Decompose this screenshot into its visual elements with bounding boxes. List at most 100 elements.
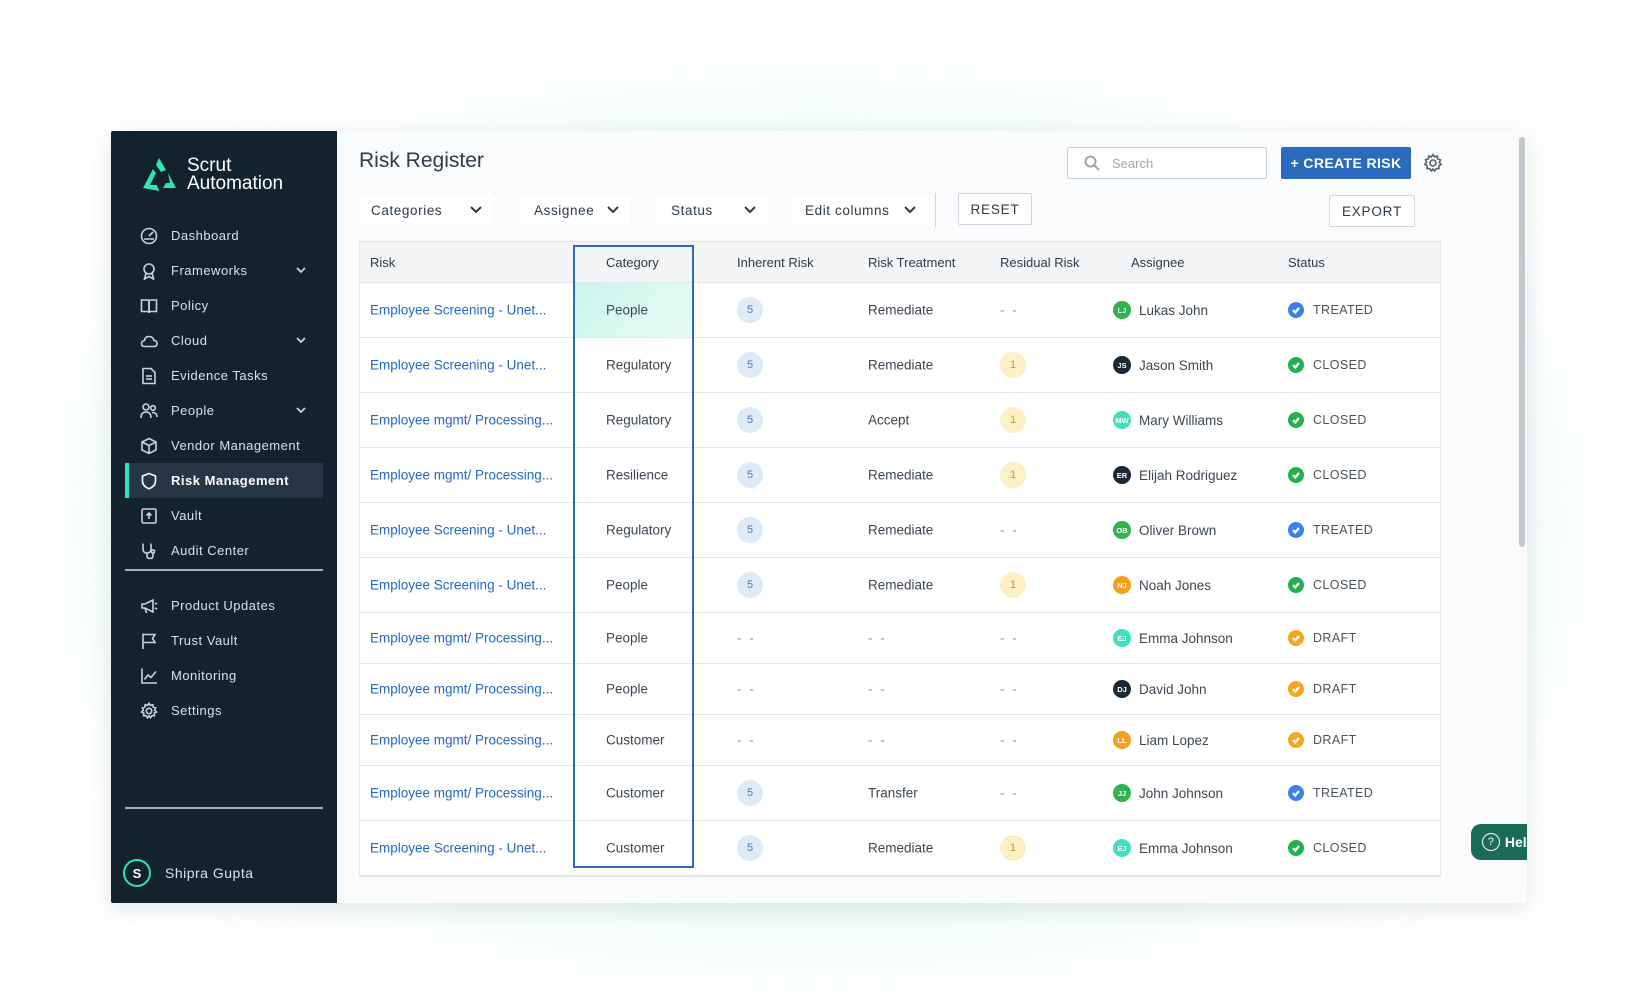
sidebar-item-label: Monitoring bbox=[171, 668, 237, 683]
categories-filter[interactable]: Categories bbox=[359, 195, 493, 225]
risk-treatment-cell: Remediate bbox=[868, 577, 934, 593]
status-check-icon bbox=[1288, 630, 1304, 646]
risk-link[interactable]: Employee Screening - Unet... bbox=[370, 523, 546, 538]
sidebar-item-policy[interactable]: Policy bbox=[125, 288, 323, 323]
risk-link[interactable]: Employee Screening - Unet... bbox=[370, 841, 546, 856]
export-button[interactable]: EXPORT bbox=[1329, 195, 1415, 227]
sidebar-item-evidence-tasks[interactable]: Evidence Tasks bbox=[125, 358, 323, 393]
status-check-icon bbox=[1288, 467, 1304, 483]
table-row[interactable]: Employee Screening - Unet... People 5 Remed… bbox=[360, 558, 1440, 613]
table-row[interactable]: Employee mgmt/ Processing... Customer - - -… bbox=[360, 715, 1440, 766]
assignee-name: Lukas John bbox=[1139, 302, 1209, 318]
table-row[interactable]: Employee Screening - Unet... People 5 Remed… bbox=[360, 283, 1440, 338]
assignee-cell[interactable]: DJ David John bbox=[1113, 680, 1207, 698]
category-cell: People bbox=[606, 577, 649, 593]
table-row[interactable]: Employee mgmt/ Processing... Regulatory 5 A… bbox=[360, 393, 1440, 448]
risk-link[interactable]: Employee mgmt/ Processing... bbox=[370, 786, 553, 801]
sidebar-item-settings[interactable]: Settings bbox=[125, 693, 323, 728]
sidebar-item-trust-vault[interactable]: Trust Vault bbox=[125, 623, 323, 658]
risk-link[interactable]: Employee Screening - Unet... bbox=[370, 358, 546, 373]
sidebar-item-dashboard[interactable]: Dashboard bbox=[125, 218, 323, 253]
avatar: NJ bbox=[1113, 576, 1131, 594]
assignee-name: Emma Johnson bbox=[1139, 630, 1233, 646]
risk-link[interactable]: Employee Screening - Unet... bbox=[370, 578, 546, 593]
status-label: TREATED bbox=[1313, 303, 1374, 317]
assignee-cell[interactable]: MW Mary Williams bbox=[1113, 411, 1223, 429]
assignee-cell[interactable]: ER Elijah Rodriguez bbox=[1113, 466, 1237, 484]
chevron-down-icon[interactable] bbox=[295, 264, 307, 276]
assignee-cell[interactable]: OB Oliver Brown bbox=[1113, 521, 1216, 539]
assignee-cell[interactable]: JS Jason Smith bbox=[1113, 356, 1213, 374]
sidebar-item-people[interactable]: People bbox=[125, 393, 323, 428]
assignee-cell[interactable]: EJ Emma Johnson bbox=[1113, 629, 1233, 647]
search-input[interactable] bbox=[1110, 154, 1264, 172]
help-button[interactable]: ? Help bbox=[1471, 824, 1527, 860]
status-badge: CLOSED bbox=[1288, 357, 1367, 373]
table-row[interactable]: Employee mgmt/ Processing... People - - - -… bbox=[360, 613, 1440, 664]
assignee-cell[interactable]: JJ John Johnson bbox=[1113, 784, 1223, 802]
column-header-risk[interactable]: Risk bbox=[370, 255, 395, 270]
sidebar-item-label: Evidence Tasks bbox=[171, 368, 269, 383]
column-header-residual-risk[interactable]: Residual Risk bbox=[1000, 255, 1079, 270]
status-filter-label: Status bbox=[671, 202, 713, 218]
avatar: EJ bbox=[1113, 839, 1131, 857]
status-label: CLOSED bbox=[1313, 841, 1367, 855]
create-risk-button[interactable]: + CREATE RISK bbox=[1281, 147, 1411, 179]
vertical-scrollbar[interactable] bbox=[1519, 137, 1525, 547]
table-row[interactable]: Employee Screening - Unet... Customer 5 Rem… bbox=[360, 821, 1440, 876]
category-cell: Customer bbox=[606, 785, 665, 801]
table-row[interactable]: Employee Screening - Unet... Regulatory 5 R… bbox=[360, 503, 1440, 558]
table-row[interactable]: Employee mgmt/ Processing... Customer 5 Tra… bbox=[360, 766, 1440, 821]
search-box[interactable] bbox=[1067, 147, 1267, 179]
column-header-inherent-risk[interactable]: Inherent Risk bbox=[737, 255, 814, 270]
reset-button[interactable]: RESET bbox=[958, 193, 1032, 225]
column-header-status[interactable]: Status bbox=[1288, 255, 1325, 270]
column-header-assignee[interactable]: Assignee bbox=[1131, 255, 1184, 270]
risk-link[interactable]: Employee mgmt/ Processing... bbox=[370, 682, 553, 697]
sidebar-item-audit-center[interactable]: Audit Center bbox=[125, 533, 323, 568]
chevron-down-icon[interactable] bbox=[295, 334, 307, 346]
main-content: Risk Register + CREATE RISK Categories A… bbox=[337, 131, 1527, 903]
assignee-filter[interactable]: Assignee bbox=[520, 195, 630, 225]
sidebar-item-label: Frameworks bbox=[171, 263, 248, 278]
column-header-category[interactable]: Category bbox=[606, 255, 659, 270]
risk-treatment-cell: Remediate bbox=[868, 467, 934, 483]
settings-gear-icon[interactable] bbox=[1423, 153, 1443, 173]
sidebar-item-product-updates[interactable]: Product Updates bbox=[125, 588, 323, 623]
category-cell: People bbox=[606, 302, 649, 318]
vault-icon bbox=[139, 506, 159, 526]
edit-columns-filter[interactable]: Edit columns bbox=[791, 195, 927, 225]
table-row[interactable]: Employee mgmt/ Processing... Resilience 5 R… bbox=[360, 448, 1440, 503]
assignee-cell[interactable]: NJ Noah Jones bbox=[1113, 576, 1211, 594]
megaphone-icon bbox=[139, 596, 159, 616]
category-cell: People bbox=[606, 630, 649, 646]
app-window: Scrut Automation Dashboard Frameworks Poli… bbox=[111, 131, 1527, 903]
avatar: LJ bbox=[1113, 301, 1131, 319]
table-row[interactable]: Employee Screening - Unet... Regulatory 5 R… bbox=[360, 338, 1440, 393]
avatar: OB bbox=[1113, 521, 1131, 539]
sidebar-item-risk-management[interactable]: Risk Management bbox=[125, 463, 323, 498]
category-cell: People bbox=[606, 681, 649, 697]
sidebar-item-cloud[interactable]: Cloud bbox=[125, 323, 323, 358]
sidebar-item-monitoring[interactable]: Monitoring bbox=[125, 658, 323, 693]
assignee-cell[interactable]: LJ Lukas John bbox=[1113, 301, 1208, 319]
table-row[interactable]: Employee mgmt/ Processing... People - - - -… bbox=[360, 664, 1440, 715]
edit-columns-label: Edit columns bbox=[805, 202, 890, 218]
risk-link[interactable]: Employee Screening - Unet... bbox=[370, 303, 546, 318]
sidebar-item-vendor-management[interactable]: Vendor Management bbox=[125, 428, 323, 463]
chevron-down-icon[interactable] bbox=[295, 404, 307, 416]
risk-link[interactable]: Employee mgmt/ Processing... bbox=[370, 468, 553, 483]
assignee-cell[interactable]: LL Liam Lopez bbox=[1113, 731, 1209, 749]
risk-link[interactable]: Employee mgmt/ Processing... bbox=[370, 631, 553, 646]
risk-link[interactable]: Employee mgmt/ Processing... bbox=[370, 733, 553, 748]
brand-logo[interactable]: Scrut Automation bbox=[139, 155, 283, 195]
status-check-icon bbox=[1288, 577, 1304, 593]
risk-link[interactable]: Employee mgmt/ Processing... bbox=[370, 413, 553, 428]
user-profile[interactable]: S Shipra Gupta bbox=[123, 859, 254, 887]
sidebar-item-vault[interactable]: Vault bbox=[125, 498, 323, 533]
sidebar-item-frameworks[interactable]: Frameworks bbox=[125, 253, 323, 288]
status-badge: TREATED bbox=[1288, 522, 1373, 538]
status-filter[interactable]: Status bbox=[657, 195, 767, 225]
column-header-risk-treatment[interactable]: Risk Treatment bbox=[868, 255, 955, 270]
assignee-cell[interactable]: EJ Emma Johnson bbox=[1113, 839, 1233, 857]
